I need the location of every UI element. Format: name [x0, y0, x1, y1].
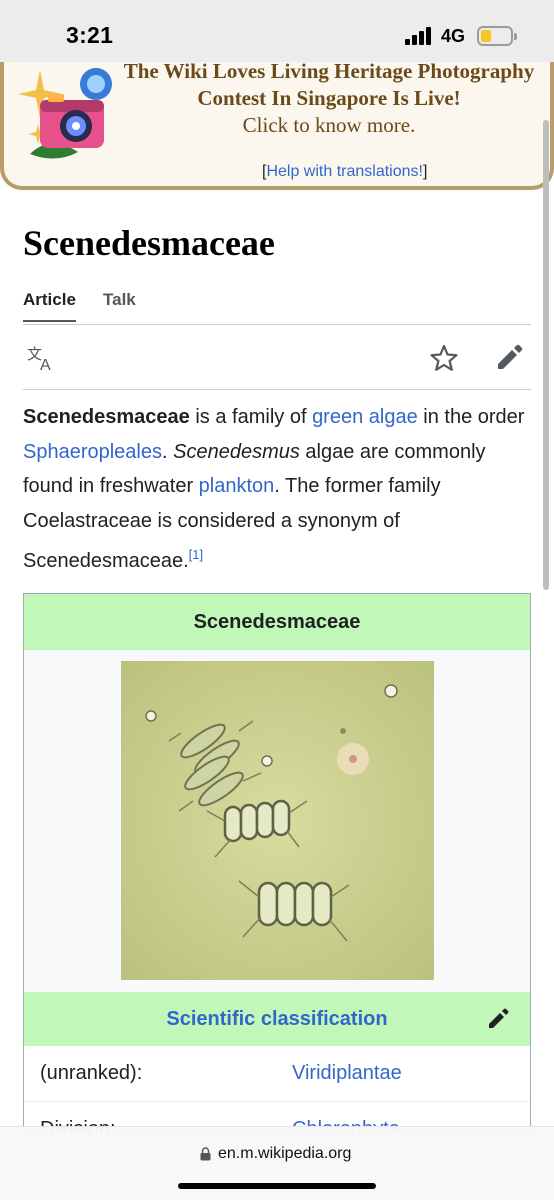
- banner-text: The Wiki Loves Living Heritage Photograp…: [114, 59, 544, 138]
- banner-cta-link[interactable]: Click to know more.: [114, 112, 544, 138]
- battery-icon: [477, 26, 517, 46]
- scientific-classification-link[interactable]: Scientific classification: [166, 1008, 387, 1030]
- micrograph-image[interactable]: [121, 661, 434, 980]
- edit-pencil-icon[interactable]: [486, 1007, 510, 1031]
- link-plankton[interactable]: plankton: [199, 475, 275, 497]
- scrollbar[interactable]: [543, 120, 549, 590]
- star-icon[interactable]: [428, 342, 460, 374]
- page-title: Scenedesmaceae: [23, 223, 275, 263]
- infobox-title: Scenedesmaceae: [24, 594, 530, 650]
- lead-paragraph: Scenedesmaceae is a family of green alga…: [23, 406, 525, 572]
- contest-banner[interactable]: The Wiki Loves Living Heritage Photograp…: [0, 59, 554, 190]
- signal-icon: [405, 27, 435, 45]
- status-time: 3:21: [66, 22, 114, 48]
- taxon-row: (unranked): Viridiplantae: [24, 1046, 530, 1102]
- tab-talk[interactable]: Talk: [103, 290, 136, 310]
- page-tabs: Article Talk: [23, 285, 531, 325]
- svg-text:A: A: [40, 357, 51, 374]
- edit-pencil-icon[interactable]: [493, 342, 525, 374]
- page-toolbar: 文 A: [23, 326, 531, 390]
- banner-help: [Help with translations!]: [262, 163, 428, 180]
- lock-icon: [200, 1147, 211, 1161]
- scientific-classification-header: Scientific classification: [24, 992, 530, 1046]
- network-label: 4G: [441, 26, 466, 46]
- help-translations-link[interactable]: Help with translations!: [266, 163, 423, 180]
- banner-title[interactable]: The Wiki Loves Living Heritage Photograp…: [114, 58, 544, 112]
- link-green-algae[interactable]: green algae: [312, 406, 418, 428]
- lead-bold-term: Scenedesmaceae: [23, 406, 190, 428]
- home-indicator: [178, 1183, 376, 1189]
- taxon-rank: (unranked):: [40, 1062, 143, 1084]
- reference-1-link[interactable]: [1]: [189, 547, 203, 562]
- camera-illustration-icon: [18, 68, 112, 159]
- url-bar[interactable]: en.m.wikipedia.org: [0, 1126, 554, 1200]
- taxon-value-link[interactable]: Viridiplantae: [292, 1062, 402, 1085]
- infobox-image-cell: [24, 650, 530, 992]
- url-text[interactable]: en.m.wikipedia.org: [218, 1145, 351, 1163]
- lead-italic-genus: Scenedesmus: [173, 440, 300, 463]
- link-sphaeropleales[interactable]: Sphaeropleales: [23, 441, 162, 463]
- status-bar: 3:21 4G: [0, 0, 554, 66]
- tab-article[interactable]: Article: [23, 290, 76, 322]
- translate-icon[interactable]: 文 A: [25, 342, 57, 374]
- taxobox: Scenedesmaceae Scientific classification…: [23, 593, 531, 1133]
